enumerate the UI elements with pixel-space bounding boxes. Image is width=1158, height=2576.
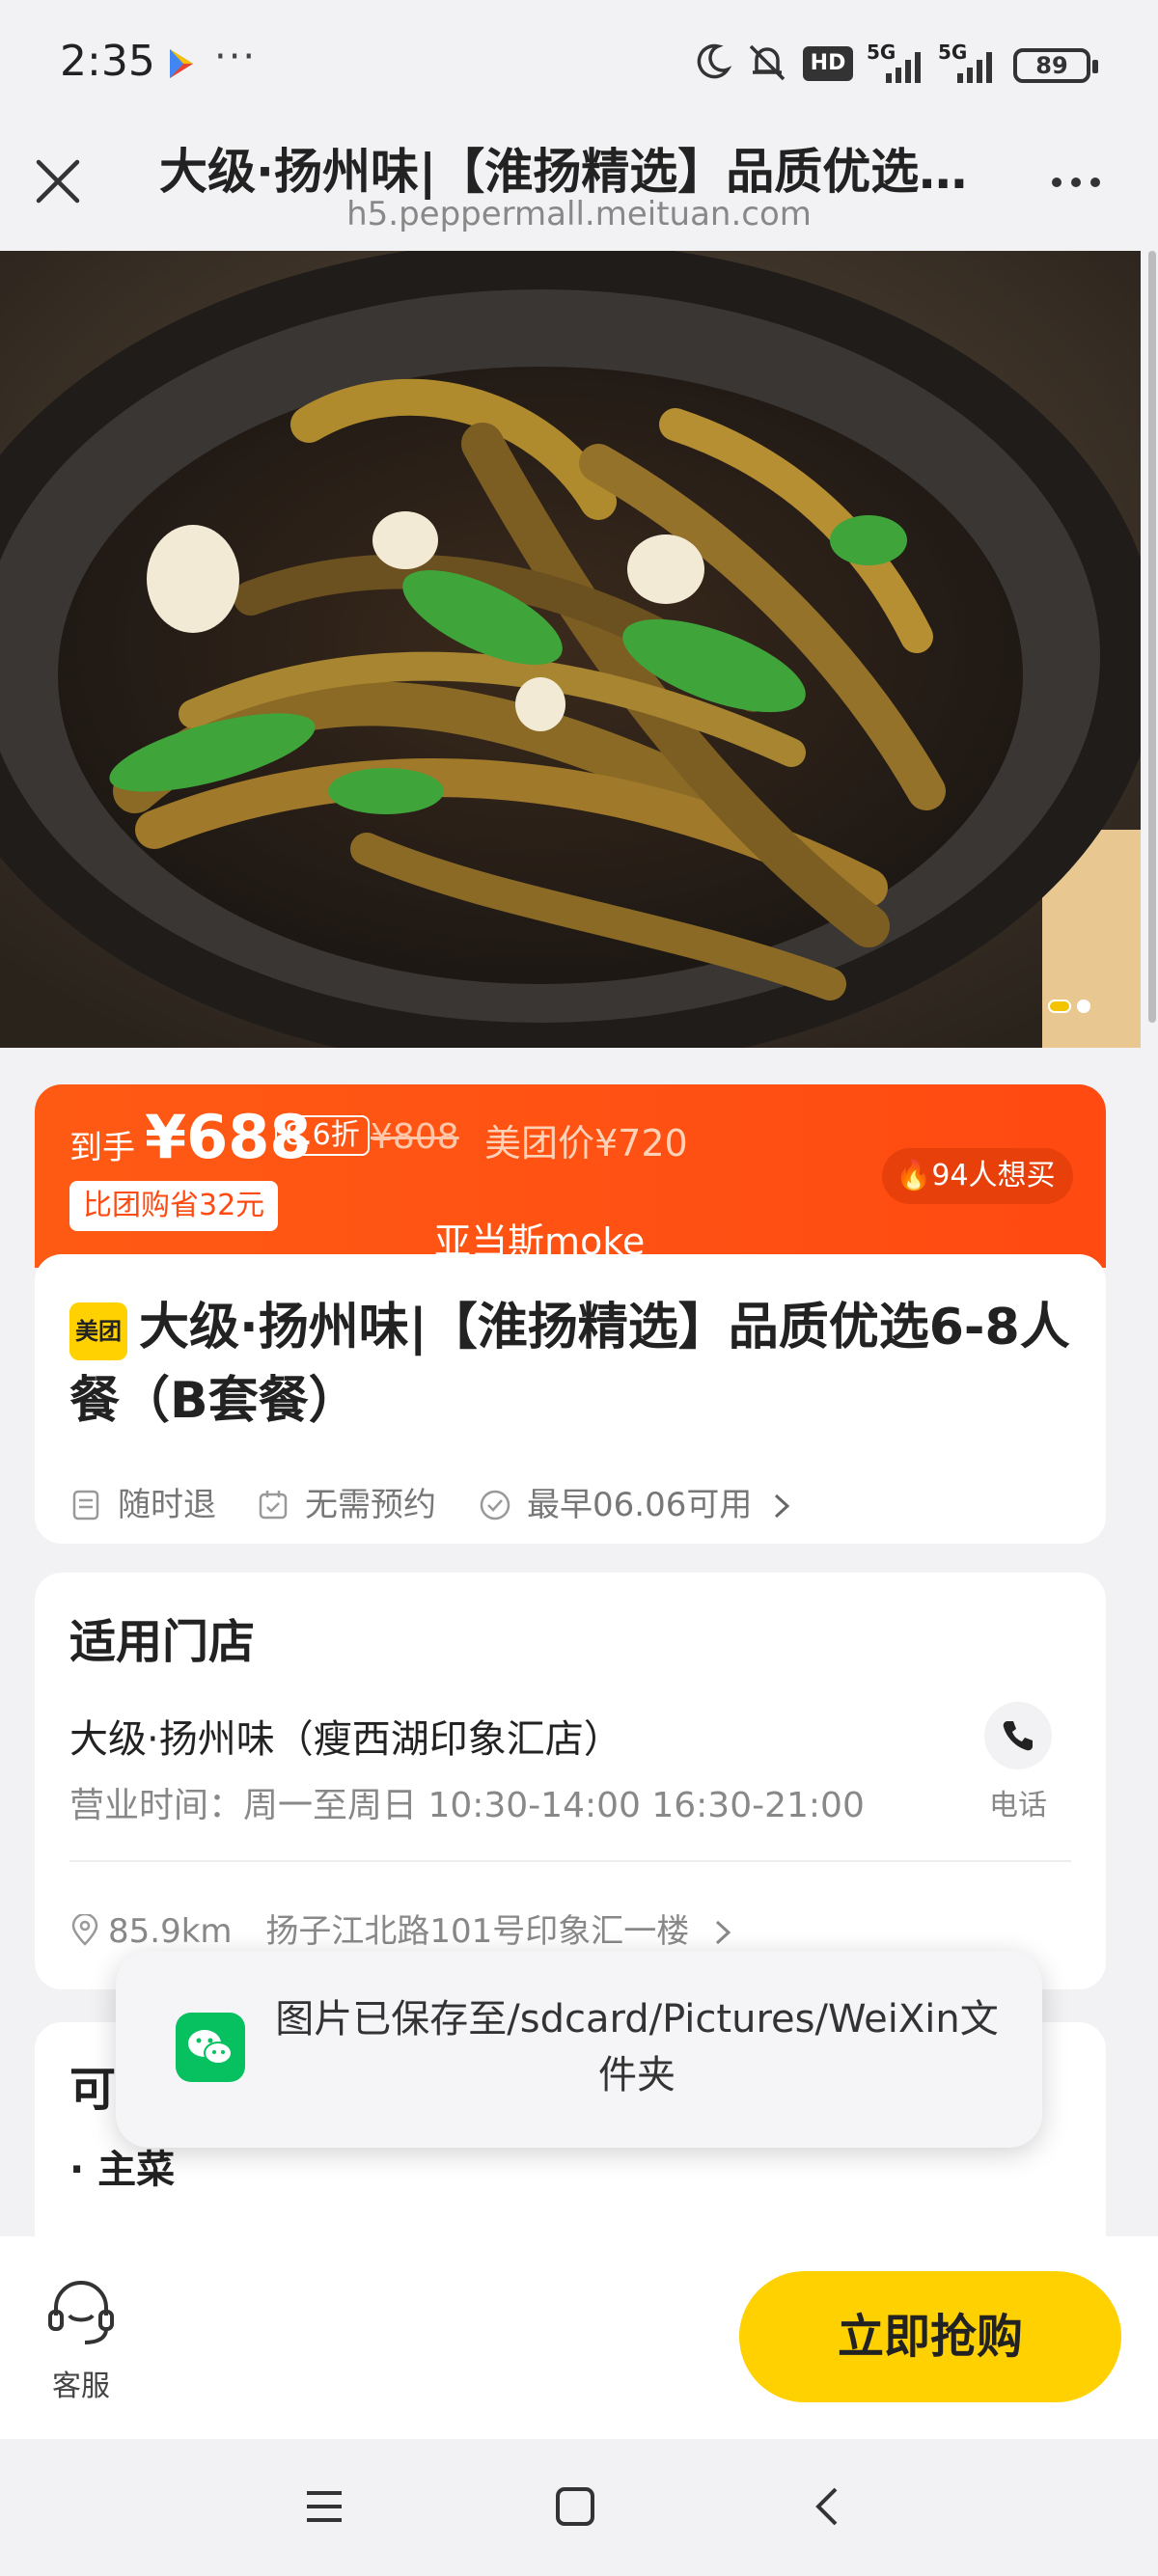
store-hours: 营业时间：周一至周日 10:30-14:00 16:30-21:00 <box>69 1786 865 1825</box>
store-distance: 85.9km <box>108 1912 233 1951</box>
dish-illustration <box>0 251 1141 1048</box>
system-navigation-bar <box>0 2439 1158 2576</box>
buy-now-button[interactable]: 立即抢购 <box>739 2271 1121 2402</box>
carousel-dot-active <box>1048 999 1071 1013</box>
product-title: 大级·扬州味|【淮扬精选】品质优选6-8人餐（B套餐） <box>69 1299 1070 1430</box>
discount-badge: 8.6折 <box>275 1115 370 1156</box>
customer-service-label[interactable]: 客服 <box>42 2362 120 2404</box>
chevron-right-icon <box>716 1920 731 1945</box>
meituan-price: 美团价¥720 <box>484 1122 688 1165</box>
page-title: 大级·扬州味|【淮扬精选】品质优选… <box>159 144 968 200</box>
status-time: 2:35 <box>60 37 155 86</box>
back-icon[interactable] <box>805 2483 851 2530</box>
calendar-check-icon <box>259 1491 288 1520</box>
document-icon <box>72 1490 99 1521</box>
status-bar: 2:35 ··· HD 5G 5G 89 <box>0 0 1158 131</box>
close-icon[interactable] <box>31 154 85 208</box>
moon-icon <box>697 43 732 79</box>
want-count-label: 94人想买 <box>931 1159 1056 1192</box>
phone-icon <box>1003 1721 1033 1751</box>
signal-bars-icon <box>957 52 992 83</box>
feature-refund: 随时退 <box>69 1478 216 1525</box>
store-address-text: 扬子江北路101号印象汇一楼 <box>265 1912 690 1951</box>
carousel-indicator <box>1048 996 1096 1014</box>
store-address-row[interactable]: 85.9km 扬子江北路101号印象汇一楼 <box>69 1905 734 1952</box>
battery-indicator: 89 <box>1013 48 1098 83</box>
recents-menu-icon[interactable] <box>301 2483 347 2530</box>
call-label[interactable]: 电话 <box>975 1781 1062 1823</box>
watermark-text: 亚当斯moke <box>434 1220 646 1263</box>
divider <box>69 1860 1071 1862</box>
store-card: 适用门店 大级·扬州味（瘦西湖印象汇店） 营业时间：周一至周日 10:30-14… <box>35 1573 1106 1989</box>
check-circle-icon <box>480 1490 510 1521</box>
hd-badge: HD <box>803 46 853 81</box>
bottom-action-bar: 客服 立即抢购 <box>0 2236 1158 2439</box>
mute-bell-icon <box>749 44 786 81</box>
feature-earliest-date[interactable]: 最早06.06可用 <box>479 1478 793 1525</box>
store-section-title: 适用门店 <box>69 1615 256 1669</box>
toast-message: 图片已保存至/sdcard/Pictures/WeiXin文件夹 <box>275 1997 999 2097</box>
savings-badge: 比团购省32元 <box>69 1181 279 1231</box>
customer-service-icon[interactable] <box>42 2273 120 2350</box>
carousel-dot <box>1077 999 1090 1013</box>
play-store-icon <box>170 49 193 78</box>
product-info-card: 美团 大级·扬州味|【淮扬精选】品质优选6-8人餐（B套餐） 随时退 无需预约 … <box>35 1254 1106 1544</box>
status-more-icon: ··· <box>214 35 258 79</box>
page-url: h5.peppermall.meituan.com <box>346 195 812 233</box>
wechat-icon <box>176 2013 245 2082</box>
price-prefix: 到手 <box>69 1129 135 1167</box>
call-button[interactable] <box>984 1702 1052 1769</box>
more-menu-icon[interactable] <box>1047 168 1105 197</box>
home-icon[interactable] <box>552 2483 598 2530</box>
location-pin-icon <box>71 1912 98 1946</box>
original-price: ¥808 <box>371 1117 459 1157</box>
save-toast: 图片已保存至/sdcard/Pictures/WeiXin文件夹 <box>116 1951 1042 2148</box>
chevron-right-icon <box>775 1494 790 1519</box>
store-name[interactable]: 大级·扬州味（瘦西湖印象汇店） <box>69 1708 622 1764</box>
want-count-badge: 🔥94人想买 <box>882 1148 1073 1204</box>
product-hero-image[interactable] <box>0 251 1141 1048</box>
title-bar: 大级·扬州味|【淮扬精选】品质优选… h5.peppermall.meituan… <box>0 131 1158 251</box>
feature-no-reservation: 无需预约 <box>257 1478 436 1525</box>
scrollbar[interactable] <box>1148 251 1156 1023</box>
flame-icon: 🔥 <box>896 1159 932 1192</box>
menu-section-title: 可 <box>69 2063 117 2117</box>
signal-bars-icon <box>886 52 921 83</box>
